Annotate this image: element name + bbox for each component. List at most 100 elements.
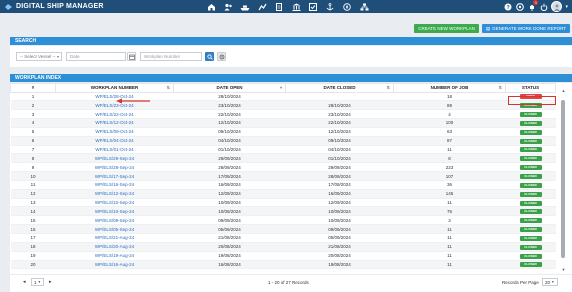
next-page-button[interactable]: ▸ [49, 279, 52, 285]
records-per-page-value: 20 [545, 279, 551, 285]
status-cell: CLOSED [505, 251, 556, 261]
status-cell: CLOSED [505, 215, 556, 226]
table-row[interactable]: 15 WP/ELS/09-Sep-24 09/09/2024 10/09/2024 3 C… [10, 215, 556, 226]
column-header-date-open[interactable]: DATE OPEN ▾ [173, 83, 286, 93]
user-avatar[interactable] [551, 1, 563, 12]
table-row[interactable]: 4 WP/ELS/12-Oct-24 12/10/2024 22/10/2024 100… [10, 118, 556, 128]
reset-button[interactable] [217, 52, 226, 61]
previous-page-button[interactable]: ◂ [23, 279, 26, 285]
table-row[interactable]: 12 WP/ELS/12-Sep-24 12/09/2024 16/09/2024 14… [10, 189, 556, 199]
column-header-status[interactable]: STATUS [505, 83, 556, 93]
table-row[interactable]: 16 WP/ELS/05-Sep-24 05/09/2024 09/09/2024 11… [10, 224, 556, 234]
workplan-number-link[interactable]: WP/ELS/10-Sep-24 [55, 206, 174, 217]
date-open: 22/10/2024 [173, 109, 286, 120]
scroll-up-icon[interactable]: ▲ [560, 88, 567, 93]
scroll-down-icon[interactable]: ▼ [560, 267, 567, 272]
date-open: 21/08/2024 [173, 233, 286, 243]
workplan-number-field[interactable]: Workplan Number [140, 52, 202, 61]
checklist-icon[interactable] [307, 2, 319, 11]
search-button[interactable] [205, 52, 214, 61]
workplan-number-link[interactable]: WP/ELS/10-Sep-24 [55, 198, 174, 208]
table-row[interactable]: 1 WP/ELS/28-Oct-24 28/10/2024 18 OPEN [10, 92, 556, 102]
table-row[interactable]: 11 WP/ELS/16-Sep-24 16/09/2024 17/09/2024 36… [10, 180, 556, 190]
workplan-table: # WORKPLAN NUMBER ⇅ DATE OPEN ▾ DATE CLOSE… [10, 83, 556, 270]
workplan-number-link[interactable]: WP/ELS/09-Oct-24 [55, 127, 174, 137]
table-row[interactable]: 19 WP/ELS/19-Aug-24 19/08/2024 20/08/2024 11… [10, 251, 556, 261]
workplan-number-link[interactable]: WP/ELS/16-Aug-24 [55, 260, 174, 270]
users-icon[interactable] [222, 2, 234, 11]
table-row[interactable]: 9 WP/ELS/28-Sep-24 28/09/2024 29/09/2024 223… [10, 162, 556, 173]
column-header-index[interactable]: # [10, 83, 56, 93]
sort-icon: ⇅ [498, 85, 502, 90]
job-count: 11 [393, 260, 506, 270]
network-icon[interactable] [358, 2, 370, 11]
user-menu-caret-icon[interactable]: ▾ [565, 4, 568, 10]
calendar-button[interactable] [127, 52, 136, 61]
home-icon[interactable] [205, 2, 217, 11]
app-logo-icon[interactable] [3, 2, 13, 11]
power-icon[interactable] [539, 2, 548, 11]
date-closed: 22/10/2024 [285, 118, 394, 128]
row-index: 20 [10, 260, 56, 270]
column-header-date-closed[interactable]: DATE CLOSED ⇅ [285, 83, 394, 93]
workplan-number-link[interactable]: WP/ELS/12-Sep-24 [55, 189, 174, 199]
graph-icon[interactable] [256, 2, 268, 11]
create-workplan-button[interactable]: CREATE NEW WORKPLAN [414, 24, 479, 33]
workplan-number-link[interactable]: WP/ELS/21-Aug-24 [55, 233, 174, 243]
scrollbar-thumb[interactable] [561, 100, 565, 258]
document-icon[interactable] [273, 2, 285, 11]
anchor-icon[interactable] [324, 2, 336, 11]
records-per-page-select[interactable]: 20 ▾ [542, 278, 558, 286]
date-open: 09/10/2024 [173, 127, 286, 137]
workplan-number-link[interactable]: WP/ELS/19-Aug-24 [55, 251, 174, 261]
table-row[interactable]: 7 WP/ELS/01-Oct-24 01/10/2024 04/10/2024 11 C… [10, 145, 556, 155]
job-count: 11 [393, 145, 506, 155]
table-row[interactable]: 17 WP/ELS/21-Aug-24 21/08/2024 05/09/2024 11… [10, 233, 556, 243]
bank-icon[interactable] [290, 2, 302, 11]
workplan-number-link[interactable]: WP/ELS/01-Oct-24 [55, 145, 174, 155]
table-row[interactable]: 20 WP/ELS/16-Aug-24 16/08/2024 19/08/2024 11… [10, 260, 556, 270]
workplan-number-link[interactable]: WP/ELS/17-Sep-24 [55, 171, 174, 181]
table-row[interactable]: 3 WP/ELS/22-Oct-24 22/10/2024 23/10/2024 4 CL… [10, 109, 556, 120]
workplan-number-link[interactable]: WP/ELS/12-Oct-24 [55, 118, 174, 128]
status-badge: CLOSED [519, 227, 542, 233]
workplan-number-link[interactable]: WP/ELS/22-Oct-24 [55, 109, 174, 120]
workplan-number-link[interactable]: WP/ELS/29-Sep-24 [55, 153, 174, 164]
date-field-placeholder: Date [70, 54, 80, 59]
table-row[interactable]: 14 WP/ELS/10-Sep-24 10/09/2024 10/09/2024 75… [10, 206, 556, 217]
workplan-number-link[interactable]: WP/ELS/28-Sep-24 [55, 162, 174, 173]
table-row[interactable]: 6 WP/ELS/04-Oct-24 04/10/2024 09/10/2024 87 C… [10, 136, 556, 146]
ship-icon[interactable] [239, 2, 251, 11]
action-buttons: CREATE NEW WORKPLAN ▤ GENERATE WORK DONE… [414, 24, 570, 33]
table-row[interactable]: 8 WP/ELS/29-Sep-24 29/09/2024 01/10/2024 8 CL… [10, 153, 556, 164]
table-row[interactable]: 13 WP/ELS/10-Sep-24 10/09/2024 12/09/2024 11… [10, 198, 556, 208]
red-arrow-annotation [116, 98, 150, 104]
table-row[interactable]: 2 WP/ELS/23-Oct-24 23/10/2024 28/10/2024 89 C… [10, 100, 556, 111]
workplan-number-link[interactable]: WP/ELS/20-Aug-24 [55, 242, 174, 252]
column-header-workplan-number[interactable]: WORKPLAN NUMBER ⇅ [55, 83, 174, 93]
row-index: 4 [10, 118, 56, 128]
page-select[interactable]: 1 ▾ [31, 278, 44, 286]
settings-icon[interactable] [515, 2, 524, 11]
table-row[interactable]: 10 WP/ELS/17-Sep-24 17/09/2024 28/09/2024 10… [10, 171, 556, 181]
job-count: 11 [393, 198, 506, 208]
workplan-number-link[interactable]: WP/ELS/16-Sep-24 [55, 180, 174, 190]
column-header-number-of-job[interactable]: NUMBER OF JOB ⇅ [393, 83, 506, 93]
date-field[interactable]: Date [66, 52, 126, 61]
generate-report-button[interactable]: ▤ GENERATE WORK DONE REPORT [481, 24, 570, 33]
top-right-icons: ? 1 ▾ [503, 0, 568, 12]
table-row[interactable]: 5 WP/ELS/09-Oct-24 09/10/2024 12/10/2024 63 C… [10, 127, 556, 137]
notification-bell-icon[interactable]: 1 [527, 0, 539, 11]
workplan-number-link[interactable]: WP/ELS/09-Sep-24 [55, 215, 174, 226]
workplan-number-link[interactable]: WP/ELS/04-Oct-24 [55, 136, 174, 146]
workplan-number-link[interactable]: WP/ELS/05-Sep-24 [55, 224, 174, 234]
status-badge: CLOSED [519, 253, 542, 259]
date-closed: 19/08/2024 [285, 260, 394, 270]
job-count: 89 [393, 100, 506, 111]
compass-icon[interactable] [341, 2, 353, 11]
vessel-select[interactable]: -- Select Vessel -- ▾ [16, 52, 62, 61]
table-scrollbar[interactable]: ▲ ▼ [560, 88, 567, 272]
table-row[interactable]: 18 WP/ELS/20-Aug-24 20/08/2024 21/08/2024 11… [10, 242, 556, 252]
help-icon[interactable]: ? [503, 2, 512, 11]
status-badge: CLOSED [519, 120, 542, 126]
